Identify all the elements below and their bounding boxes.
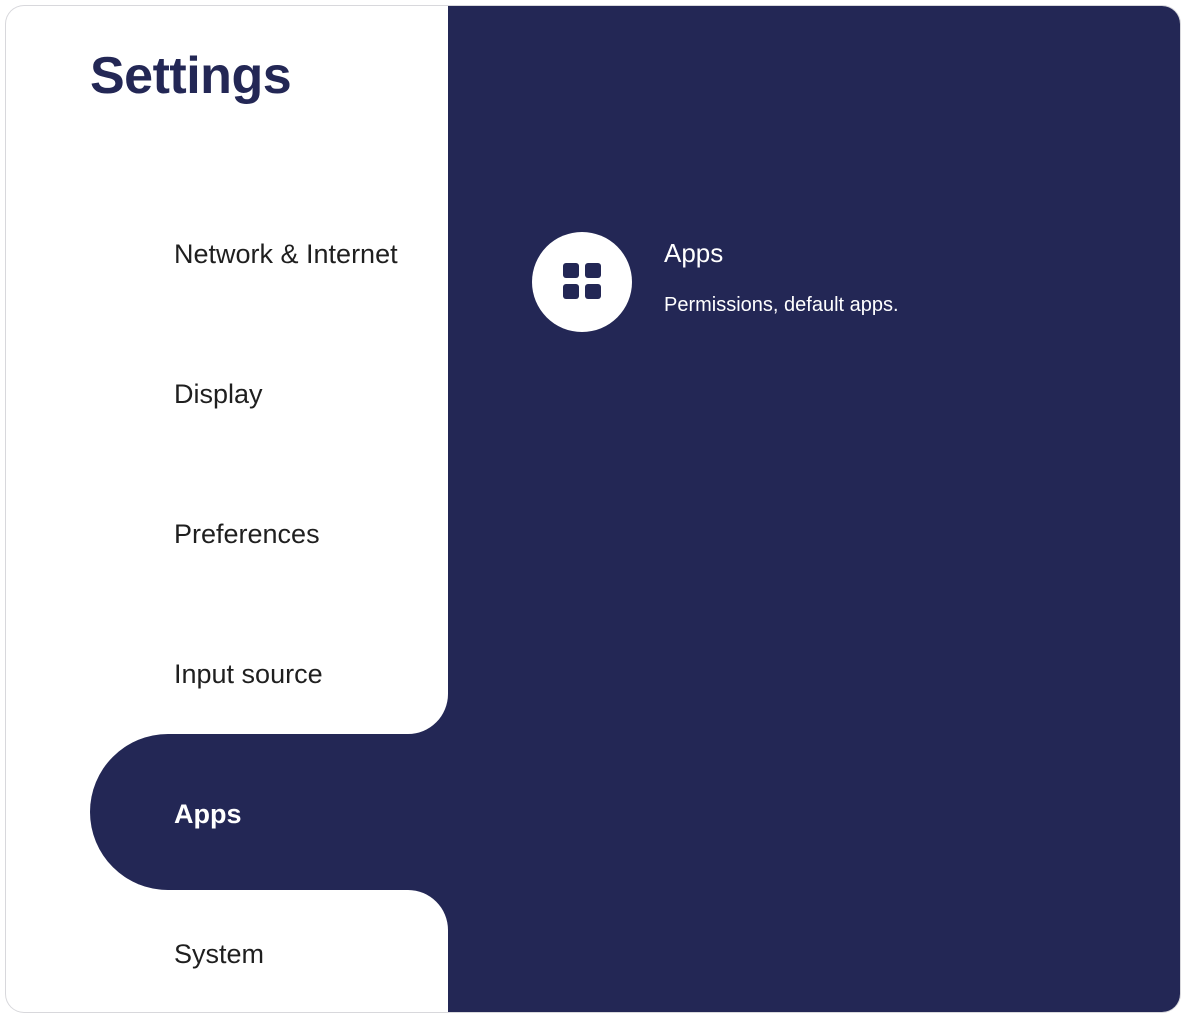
apps-item-title: Apps (664, 238, 724, 268)
apps-settings-item[interactable]: Apps Permissions, default apps. (532, 232, 1132, 332)
sidebar-item-input-source[interactable]: Input source (174, 644, 323, 704)
sidebar-item-display[interactable]: Display (174, 364, 263, 424)
settings-window: Settings Network & Internet Display Pref… (6, 6, 1180, 1012)
apps-grid-icon (532, 232, 632, 332)
sidebar-item-preferences[interactable]: Preferences (174, 504, 320, 564)
sidebar-item-network-internet[interactable]: Network & Internet (174, 224, 398, 284)
sidebar-item-apps[interactable]: Apps (174, 784, 242, 844)
sidebar-item-system[interactable]: System (174, 924, 264, 984)
sidebar-nav: Network & Internet Display Preferences I… (6, 6, 448, 1012)
apps-item-subtitle: Permissions, default apps. (664, 294, 899, 316)
content-panel (448, 6, 1180, 1012)
